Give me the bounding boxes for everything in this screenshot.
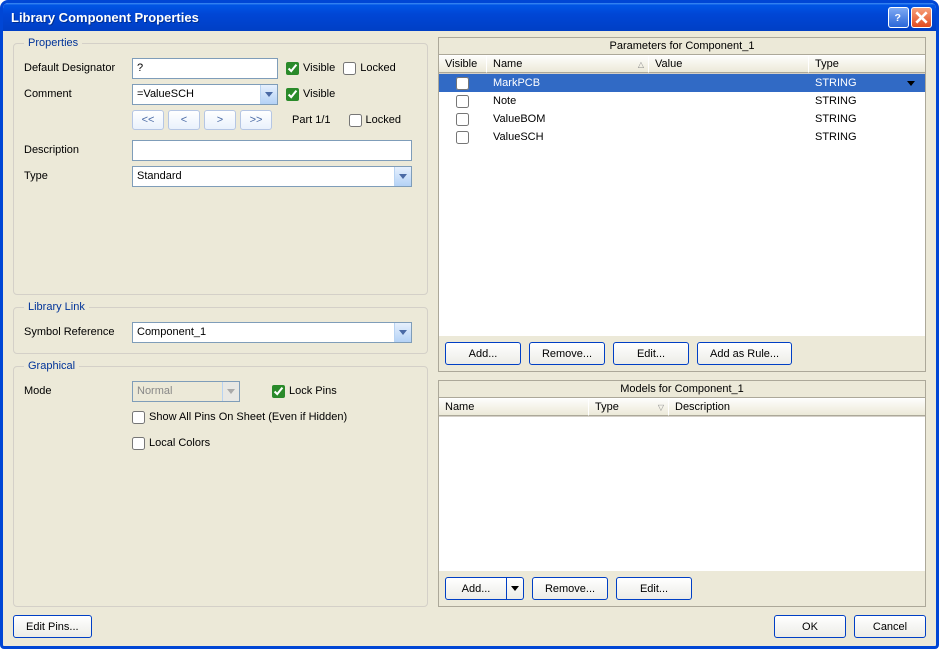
svg-text:?: ? bbox=[894, 11, 900, 23]
row-visible-checkbox[interactable] bbox=[456, 77, 469, 90]
default-designator-label: Default Designator bbox=[24, 62, 132, 74]
models-body[interactable] bbox=[439, 417, 925, 571]
chevron-down-icon[interactable] bbox=[903, 77, 918, 89]
table-row[interactable]: MarkPCB STRING bbox=[439, 74, 925, 92]
parameters-body[interactable]: MarkPCBSTRINGNoteSTRINGValueBOMSTRINGVal… bbox=[439, 74, 925, 336]
part-last-button[interactable]: >> bbox=[240, 110, 272, 130]
close-icon bbox=[915, 11, 928, 24]
param-edit-button[interactable]: Edit... bbox=[613, 342, 689, 365]
part-first-button[interactable]: << bbox=[132, 110, 164, 130]
local-colors-checkbox[interactable]: Local Colors bbox=[132, 437, 210, 450]
type-label: Type bbox=[24, 170, 132, 182]
properties-legend: Properties bbox=[24, 37, 82, 49]
sort-desc-icon: ▽ bbox=[658, 403, 664, 412]
library-link-group: Library Link Symbol Reference Component_… bbox=[13, 301, 428, 354]
chevron-down-icon[interactable] bbox=[507, 577, 524, 600]
param-add-button[interactable]: Add... bbox=[445, 342, 521, 365]
dialog-window: Library Component Properties ? Propertie… bbox=[0, 0, 939, 649]
mode-label: Mode bbox=[24, 385, 132, 397]
designator-visible-checkbox[interactable]: Visible bbox=[286, 62, 335, 75]
edit-pins-button[interactable]: Edit Pins... bbox=[13, 615, 92, 638]
row-type: STRING bbox=[809, 113, 925, 125]
title-bar: Library Component Properties ? bbox=[3, 3, 936, 31]
type-combo[interactable]: Standard bbox=[132, 166, 412, 187]
lock-pins-checkbox[interactable]: Lock Pins bbox=[272, 385, 337, 398]
part-prev-button[interactable]: < bbox=[168, 110, 200, 130]
cancel-button[interactable]: Cancel bbox=[854, 615, 926, 638]
table-row[interactable]: ValueSCH STRING bbox=[439, 128, 925, 146]
row-name: MarkPCB bbox=[487, 77, 649, 89]
close-button[interactable] bbox=[911, 7, 932, 28]
library-link-legend: Library Link bbox=[24, 301, 89, 313]
param-add-as-rule-button[interactable]: Add as Rule... bbox=[697, 342, 792, 365]
comment-combo[interactable]: =ValueSCH bbox=[132, 84, 278, 105]
sort-asc-icon: △ bbox=[638, 60, 644, 69]
description-label: Description bbox=[24, 144, 132, 156]
chevron-down-icon bbox=[394, 167, 411, 186]
chevron-down-icon bbox=[260, 85, 277, 104]
graphical-legend: Graphical bbox=[24, 360, 79, 372]
mode-combo: Normal bbox=[132, 381, 240, 402]
col-name[interactable]: Name△ bbox=[487, 55, 649, 73]
part-next-button[interactable]: > bbox=[204, 110, 236, 130]
model-add-button[interactable]: Add... bbox=[445, 577, 507, 600]
comment-label: Comment bbox=[24, 88, 132, 100]
default-designator-input[interactable] bbox=[132, 58, 278, 79]
symbol-reference-combo[interactable]: Component_1 bbox=[132, 322, 412, 343]
col-model-description[interactable]: Description bbox=[669, 398, 925, 416]
param-remove-button[interactable]: Remove... bbox=[529, 342, 605, 365]
row-visible-checkbox[interactable] bbox=[456, 131, 469, 144]
row-visible-checkbox[interactable] bbox=[456, 113, 469, 126]
parameters-header: Visible Name△ Value Type bbox=[439, 55, 925, 74]
table-row[interactable]: Note STRING bbox=[439, 92, 925, 110]
properties-group: Properties Default Designator Visible Lo… bbox=[13, 37, 428, 295]
parameters-title: Parameters for Component_1 bbox=[439, 38, 925, 55]
graphical-group: Graphical Mode Normal Lock Pins bbox=[13, 360, 428, 607]
col-model-type[interactable]: Type▽ bbox=[589, 398, 669, 416]
row-name: ValueSCH bbox=[487, 131, 649, 143]
client-area: Properties Default Designator Visible Lo… bbox=[3, 31, 936, 646]
comment-visible-checkbox[interactable]: Visible bbox=[286, 88, 335, 101]
col-model-name[interactable]: Name bbox=[439, 398, 589, 416]
chevron-down-icon bbox=[394, 323, 411, 342]
row-type: STRING bbox=[809, 77, 925, 89]
symbol-reference-label: Symbol Reference bbox=[24, 326, 132, 338]
parameters-panel: Parameters for Component_1 Visible Name△… bbox=[438, 37, 926, 372]
row-name: ValueBOM bbox=[487, 113, 649, 125]
dialog-footer: Edit Pins... OK Cancel bbox=[13, 615, 926, 638]
part-locked-checkbox[interactable]: Locked bbox=[349, 114, 401, 127]
row-type: STRING bbox=[809, 95, 925, 107]
col-value[interactable]: Value bbox=[649, 55, 809, 73]
col-visible[interactable]: Visible bbox=[439, 55, 487, 73]
row-type: STRING bbox=[809, 131, 925, 143]
description-input[interactable] bbox=[132, 140, 412, 161]
col-type[interactable]: Type bbox=[809, 55, 925, 73]
designator-locked-checkbox[interactable]: Locked bbox=[343, 62, 395, 75]
show-all-pins-checkbox[interactable]: Show All Pins On Sheet (Even if Hidden) bbox=[132, 411, 347, 424]
help-button[interactable]: ? bbox=[888, 7, 909, 28]
model-remove-button[interactable]: Remove... bbox=[532, 577, 608, 600]
part-indicator: Part 1/1 bbox=[292, 114, 331, 126]
models-title: Models for Component_1 bbox=[439, 381, 925, 398]
table-row[interactable]: ValueBOM STRING bbox=[439, 110, 925, 128]
chevron-down-icon bbox=[222, 382, 239, 401]
model-add-splitbutton[interactable]: Add... bbox=[445, 577, 524, 600]
window-title: Library Component Properties bbox=[11, 10, 886, 25]
help-icon: ? bbox=[892, 11, 905, 24]
model-edit-button[interactable]: Edit... bbox=[616, 577, 692, 600]
row-visible-checkbox[interactable] bbox=[456, 95, 469, 108]
models-header: Name Type▽ Description bbox=[439, 398, 925, 417]
ok-button[interactable]: OK bbox=[774, 615, 846, 638]
row-name: Note bbox=[487, 95, 649, 107]
models-panel: Models for Component_1 Name Type▽ Descri… bbox=[438, 380, 926, 607]
